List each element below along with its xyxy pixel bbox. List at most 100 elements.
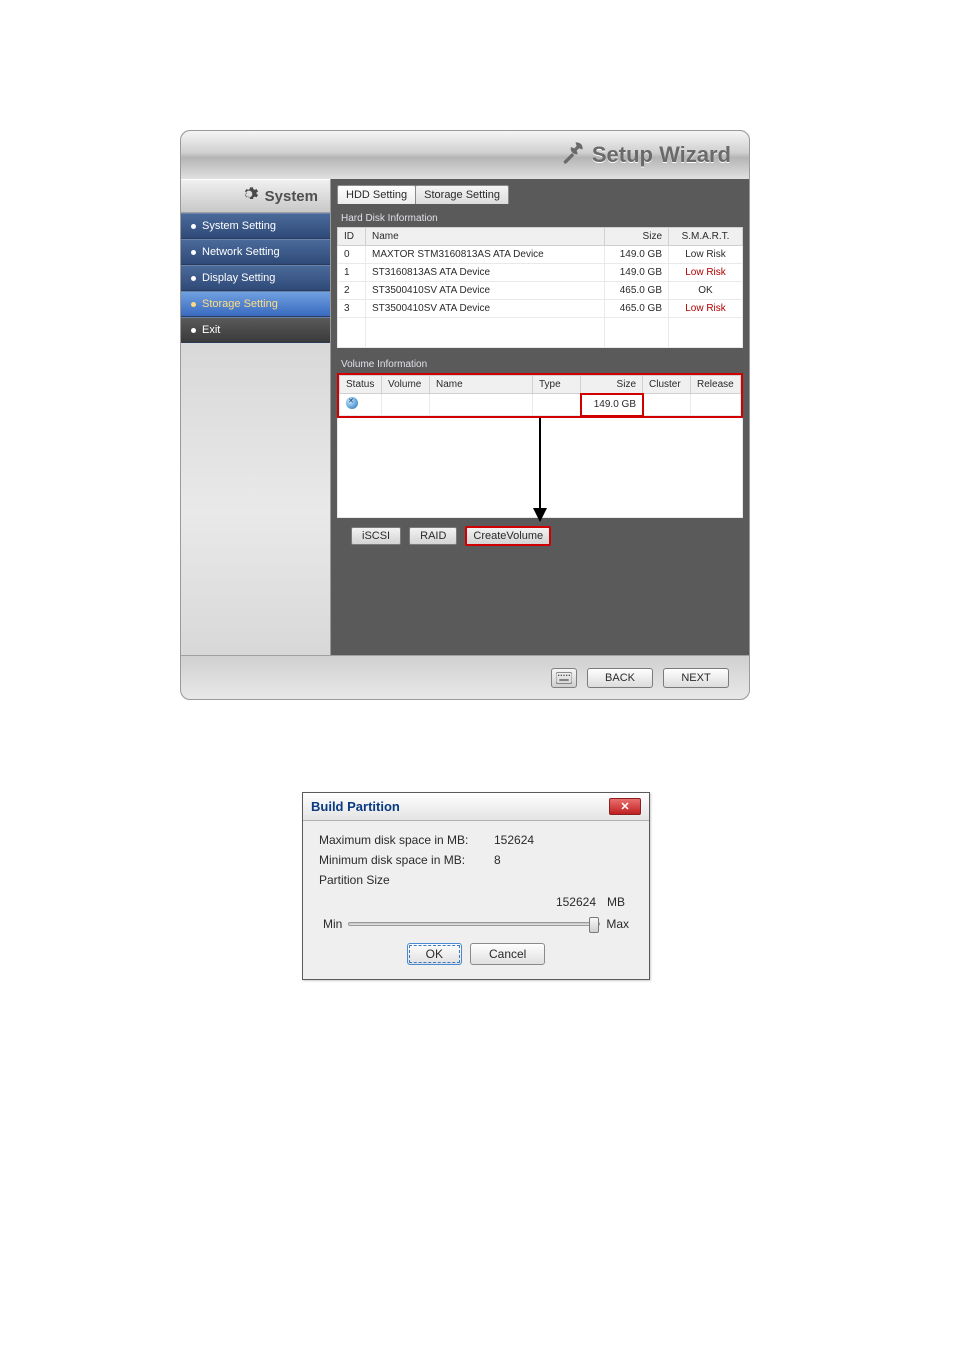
cell-release [691, 394, 741, 416]
cell-size: 465.0 GB [605, 282, 669, 300]
cell-name: ST3500410SV ATA Device [366, 300, 605, 318]
slider-max-label: Max [606, 917, 629, 931]
cell-cluster [643, 394, 691, 416]
col-name[interactable]: Name [430, 376, 533, 394]
min-space-label: Minimum disk space in MB: [319, 853, 494, 867]
cell-size: 149.0 GB [581, 394, 643, 416]
sidebar-item-display-setting[interactable]: Display Setting [181, 265, 330, 291]
ok-button[interactable]: OK [407, 943, 462, 965]
cell-id: 1 [338, 264, 366, 282]
raid-button[interactable]: RAID [409, 527, 457, 545]
slider-thumb[interactable] [589, 917, 599, 933]
volume-info-label: Volume Information [337, 356, 743, 373]
col-status[interactable]: Status [340, 376, 382, 394]
setup-wizard-window: Setup Wizard System System Setting Netwo… [180, 130, 750, 700]
back-button[interactable]: BACK [587, 668, 653, 688]
tab-label: HDD Setting [346, 189, 407, 201]
sidebar-item-storage-setting[interactable]: Storage Setting [181, 291, 330, 317]
sidebar-item-label: Display Setting [202, 272, 275, 284]
tab-hdd-setting[interactable]: HDD Setting [337, 185, 416, 204]
cell-id: 2 [338, 282, 366, 300]
col-smart[interactable]: S.M.A.R.T. [669, 228, 743, 246]
col-size[interactable]: Size [581, 376, 643, 394]
max-space-row: Maximum disk space in MB: 152624 [319, 833, 633, 847]
partition-size-slider[interactable] [348, 922, 600, 926]
close-button[interactable]: ✕ [609, 798, 641, 815]
table-header-row: ID Name Size S.M.A.R.T. [338, 228, 743, 246]
iscsi-button[interactable]: iSCSI [351, 527, 401, 545]
sidebar-item-label: Network Setting [202, 246, 280, 258]
cell-smart: Low Risk [669, 246, 743, 264]
cell-size: 149.0 GB [605, 264, 669, 282]
tabs: HDD Setting Storage Setting [331, 185, 749, 204]
bullet-icon [191, 276, 196, 281]
col-size[interactable]: Size [605, 228, 669, 246]
size-unit: MB [607, 895, 625, 909]
sidebar-item-label: Storage Setting [202, 298, 278, 310]
cell-name [430, 394, 533, 416]
wizard-title-bar: Setup Wizard [181, 131, 749, 179]
keyboard-icon[interactable] [551, 668, 577, 688]
tab-label: Storage Setting [424, 189, 500, 201]
cancel-button[interactable]: Cancel [470, 943, 545, 965]
sidebar: System System Setting Network Setting Di… [181, 179, 331, 655]
error-status-icon [346, 397, 358, 409]
cell-size: 465.0 GB [605, 300, 669, 318]
col-volume[interactable]: Volume [382, 376, 430, 394]
volume-empty-area [337, 418, 743, 518]
max-space-label: Maximum disk space in MB: [319, 833, 494, 847]
bullet-icon [191, 328, 196, 333]
sidebar-item-label: Exit [202, 324, 220, 336]
size-value-row: MB [319, 893, 625, 911]
sidebar-item-label: System Setting [202, 220, 276, 232]
cell-name: MAXTOR STM3160813AS ATA Device [366, 246, 605, 264]
sidebar-item-network-setting[interactable]: Network Setting [181, 239, 330, 265]
col-id[interactable]: ID [338, 228, 366, 246]
dialog-body: Maximum disk space in MB: 152624 Minimum… [303, 821, 649, 979]
hard-disk-info-group: Hard Disk Information ID Name Size S.M.A… [337, 210, 743, 348]
wizard-footer: BACK NEXT [181, 655, 749, 699]
build-partition-dialog: Build Partition ✕ Maximum disk space in … [302, 792, 650, 980]
sidebar-item-exit[interactable]: Exit [181, 317, 330, 343]
partition-size-group: Partition Size MB Min Max [319, 873, 633, 931]
bullet-icon [191, 250, 196, 255]
col-type[interactable]: Type [533, 376, 581, 394]
min-space-row: Minimum disk space in MB: 8 [319, 853, 633, 867]
table-row[interactable]: 149.0 GB [340, 394, 741, 416]
cell-id: 3 [338, 300, 366, 318]
wrench-screwdriver-icon [558, 139, 586, 172]
dialog-title: Build Partition [311, 799, 400, 814]
slider-row: Min Max [323, 917, 629, 931]
cell-type [533, 394, 581, 416]
table-row[interactable]: 2 ST3500410SV ATA Device 465.0 GB OK [338, 282, 743, 300]
table-empty-row [338, 318, 743, 348]
col-release[interactable]: Release [691, 376, 741, 394]
create-volume-button[interactable]: CreateVolume [465, 526, 551, 546]
bullet-icon [191, 224, 196, 229]
col-name[interactable]: Name [366, 228, 605, 246]
sidebar-group-label: System [265, 188, 318, 205]
table-row[interactable]: 0 MAXTOR STM3160813AS ATA Device 149.0 G… [338, 246, 743, 264]
table-row[interactable]: 3 ST3500410SV ATA Device 465.0 GB Low Ri… [338, 300, 743, 318]
close-icon: ✕ [620, 800, 629, 813]
sidebar-item-system-setting[interactable]: System Setting [181, 213, 330, 239]
sidebar-group-system: System [181, 179, 330, 213]
wizard-body: System System Setting Network Setting Di… [181, 179, 749, 655]
table-row[interactable]: 1 ST3160813AS ATA Device 149.0 GB Low Ri… [338, 264, 743, 282]
tab-storage-setting[interactable]: Storage Setting [415, 185, 509, 204]
col-cluster[interactable]: Cluster [643, 376, 691, 394]
cell-smart: Low Risk [669, 300, 743, 318]
next-button[interactable]: NEXT [663, 668, 729, 688]
wizard-title: Setup Wizard [592, 142, 731, 168]
cell-volume [382, 394, 430, 416]
slider-min-label: Min [323, 917, 342, 931]
cell-id: 0 [338, 246, 366, 264]
cell-smart: OK [669, 282, 743, 300]
main-panel: HDD Setting Storage Setting Hard Disk In… [331, 179, 749, 655]
hard-disk-info-label: Hard Disk Information [337, 210, 743, 227]
partition-size-input[interactable] [541, 893, 601, 911]
max-space-value: 152624 [494, 833, 534, 847]
min-space-value: 8 [494, 853, 501, 867]
dialog-title-bar: Build Partition ✕ [303, 793, 649, 821]
cell-smart: Low Risk [669, 264, 743, 282]
